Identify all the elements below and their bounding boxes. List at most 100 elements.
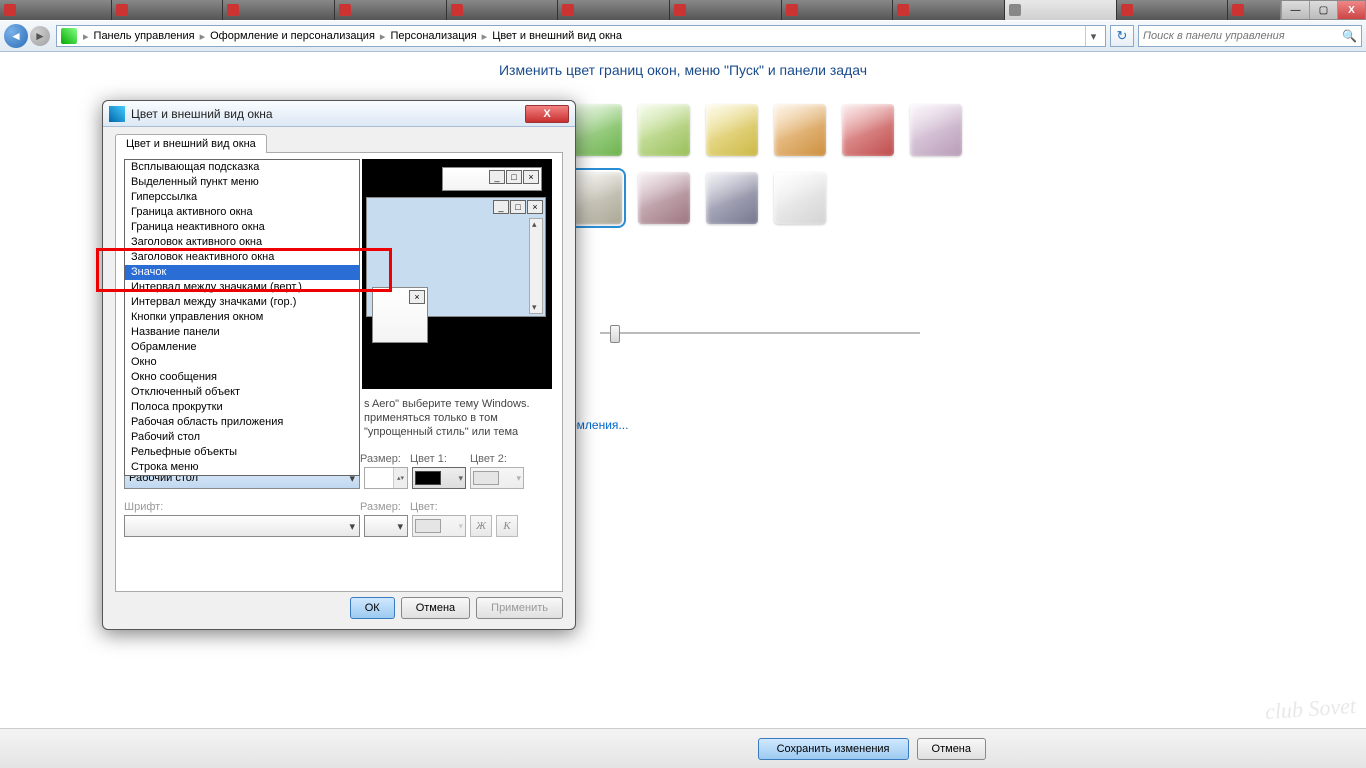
color-swatch[interactable] [774,172,826,224]
dropdown-item[interactable]: Рабочая область приложения [125,415,359,430]
cancel-button[interactable]: Отмена [401,597,470,619]
preview-scrollbar [529,218,543,314]
dropdown-item[interactable]: Гиперссылка [125,190,359,205]
browser-tab-active[interactable] [1005,0,1117,20]
dropdown-item[interactable]: Всплывающая подсказка [125,160,359,175]
dropdown-item[interactable]: Кнопки управления окном [125,310,359,325]
color-swatch[interactable] [638,172,690,224]
forward-button[interactable]: ► [30,26,50,46]
address-bar[interactable]: ▸ Панель управления ▸ Оформление и персо… [56,25,1106,47]
color-swatches [570,104,1000,224]
fsize-combo: ▾ [364,515,408,537]
dropdown-item[interactable]: Отключенный объект [125,385,359,400]
dialog-close-button[interactable]: X [525,105,569,123]
breadcrumb[interactable]: Цвет и внешний вид окна [489,30,625,42]
dialog-buttons: ОК Отмена Применить [350,597,563,619]
breadcrumb[interactable]: Оформление и персонализация [207,30,378,42]
intensity-slider-thumb[interactable] [610,325,620,343]
color-swatch[interactable] [706,104,758,156]
address-dropdown-icon[interactable]: ▾ [1085,26,1101,46]
size-label: Размер: [360,453,410,465]
browser-tab[interactable] [558,0,670,20]
page-cancel-button[interactable]: Отмена [917,738,986,760]
dropdown-item[interactable]: Название панели [125,325,359,340]
color2-picker: ▾ [470,467,524,489]
color-swatch[interactable] [638,104,690,156]
dialog-titlebar[interactable]: Цвет и внешний вид окна X [103,101,575,127]
breadcrumb[interactable]: Панель управления [91,30,198,42]
dropdown-item[interactable]: Интервал между значками (гор.) [125,295,359,310]
bottom-bar: Сохранить изменения Отмена [0,728,1366,768]
browser-tab[interactable] [893,0,1005,20]
fcolor-label: Цвет: [410,501,438,513]
dropdown-item[interactable]: Строка меню [125,460,359,475]
close-button[interactable]: X [1337,1,1365,19]
dropdown-item[interactable]: Выделенный пункт меню [125,175,359,190]
dropdown-item[interactable]: Окно сообщения [125,370,359,385]
browser-tab[interactable] [112,0,224,20]
dropdown-item[interactable]: Рабочий стол [125,430,359,445]
chevron-right-icon: ▸ [378,30,388,43]
dropdown-item[interactable]: Заголовок неактивного окна [125,250,359,265]
color-swatch[interactable] [910,104,962,156]
apply-button[interactable]: Применить [476,597,563,619]
dropdown-item[interactable]: Окно [125,355,359,370]
breadcrumb[interactable]: Персонализация [387,30,479,42]
dropdown-item[interactable]: Значок [125,265,359,280]
color-swatch[interactable] [842,104,894,156]
browser-tab[interactable] [782,0,894,20]
page-content: Изменить цвет границ окон, меню "Пуск" и… [0,52,1366,728]
intensity-slider-track[interactable] [600,332,920,334]
element-dropdown-list[interactable]: Всплывающая подсказкаВыделенный пункт ме… [124,159,360,476]
color-swatch[interactable] [706,172,758,224]
save-button[interactable]: Сохранить изменения [758,738,909,760]
search-icon[interactable]: 🔍 [1342,29,1357,43]
dropdown-item[interactable]: Рельефные объекты [125,445,359,460]
dropdown-item[interactable]: Обрамление [125,340,359,355]
ok-button[interactable]: ОК [350,597,395,619]
color-swatch[interactable] [570,104,622,156]
browser-tab[interactable] [1117,0,1229,20]
font-row: Шрифт: Размер: Цвет: ▾ ▾ ▾ Ж К [124,501,554,537]
dialog-title: Цвет и внешний вид окна [131,107,273,121]
chevron-right-icon: ▸ [198,30,208,43]
color1-label: Цвет 1: [410,453,470,465]
preview-area: _□× _□× × [362,159,552,389]
preview-message-box: × [372,287,428,343]
dropdown-item[interactable]: Граница активного окна [125,205,359,220]
browser-tab[interactable] [447,0,559,20]
color1-picker[interactable]: ▾ [412,467,466,489]
info-text: s Aero" выберите тему Windows. применять… [364,397,554,439]
font-combo: ▾ [124,515,360,537]
explorer-bar: ◄ ► ▸ Панель управления ▸ Оформление и п… [0,20,1366,52]
browser-tab[interactable] [0,0,112,20]
color-swatch[interactable] [570,172,622,224]
bold-button: Ж [470,515,492,537]
chevron-right-icon: ▸ [480,30,490,43]
dropdown-item[interactable]: Граница неактивного окна [125,220,359,235]
browser-tab[interactable] [335,0,447,20]
italic-button: К [496,515,518,537]
dropdown-item[interactable]: Заголовок активного окна [125,235,359,250]
maximize-button[interactable]: ▢ [1309,1,1337,19]
search-input[interactable] [1143,30,1342,42]
color-swatch[interactable] [774,104,826,156]
dropdown-item[interactable]: Интервал между значками (верт.) [125,280,359,295]
dialog-icon [109,106,125,122]
fsize-label: Размер: [360,501,410,513]
dropdown-item[interactable]: Полоса прокрутки [125,400,359,415]
advanced-link[interactable]: омления... [570,418,628,432]
browser-tab[interactable] [670,0,782,20]
dialog-tab[interactable]: Цвет и внешний вид окна [115,134,267,153]
refresh-button[interactable]: ↻ [1110,25,1134,47]
font-label: Шрифт: [124,501,360,513]
fcolor-picker: ▾ [412,515,466,537]
chevron-right-icon: ▸ [81,30,91,43]
browser-tab[interactable] [223,0,335,20]
back-button[interactable]: ◄ [4,24,28,48]
minimize-button[interactable]: — [1281,1,1309,19]
size-spinner[interactable]: ▴▾ [364,467,408,489]
appearance-dialog: Цвет и внешний вид окна X Цвет и внешний… [102,100,576,630]
search-box[interactable]: 🔍 [1138,25,1362,47]
color2-label: Цвет 2: [470,453,507,465]
